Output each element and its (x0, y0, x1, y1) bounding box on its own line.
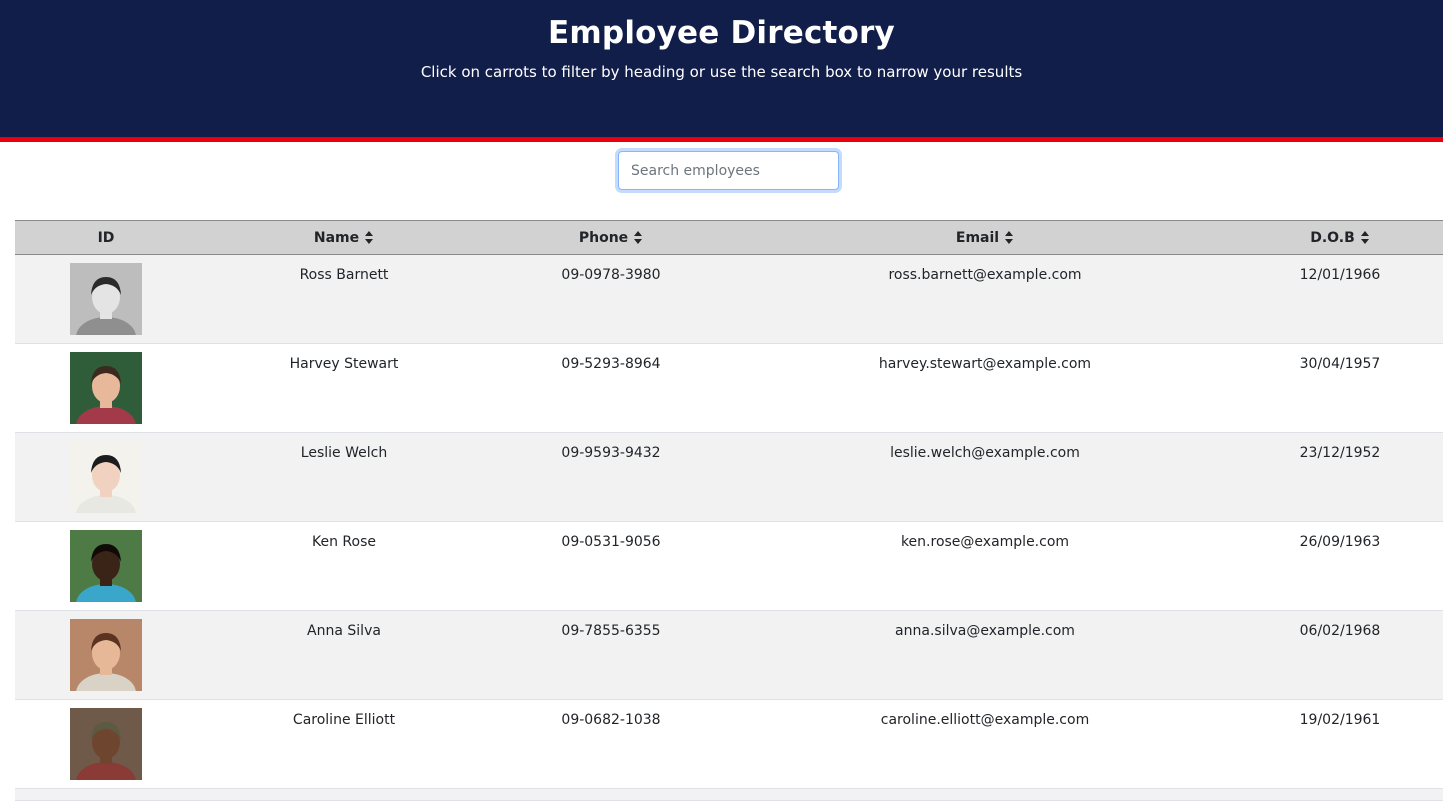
table-row: Ken Rose 09-0531-9056 ken.rose@example.com… (15, 522, 1443, 611)
table-row: Harvey Stewart 09-5293-8964 harvey.stewart… (15, 344, 1443, 433)
sort-icon[interactable] (1005, 230, 1014, 244)
employee-email: leslie.welch@example.com (890, 445, 1080, 461)
column-header-id: ID (15, 221, 197, 256)
employee-dob: 12/01/1966 (1299, 267, 1381, 283)
column-label: Phone (578, 230, 629, 246)
employee-name: Ken Rose (312, 534, 376, 550)
employee-table: ID Name Phone Email D.O.B Ross Barnett 09… (15, 220, 1443, 801)
employee-dob: 26/09/1963 (1299, 534, 1381, 550)
table-body: Ross Barnett 09-0978-3980 ross.barnett@exa… (15, 255, 1443, 801)
avatar (70, 530, 142, 602)
column-header-dob[interactable]: D.O.B (1240, 221, 1440, 256)
employee-phone: 09-9593-9432 (561, 445, 661, 461)
sort-icon[interactable] (1360, 230, 1370, 244)
employee-phone: 09-0682-1038 (561, 712, 661, 728)
employee-email: caroline.elliott@example.com (880, 712, 1090, 728)
column-label: D.O.B (1310, 230, 1355, 246)
avatar-image (70, 708, 142, 780)
sort-icon[interactable] (634, 230, 643, 244)
employee-phone: 09-7855-6355 (561, 623, 661, 639)
search-container (618, 151, 839, 190)
employee-phone: 09-5293-8964 (561, 356, 661, 372)
employee-name: Caroline Elliott (292, 712, 396, 728)
column-label: Name (313, 230, 360, 246)
page-subtitle: Click on carrots to filter by heading or… (420, 63, 1023, 81)
table-header: ID Name Phone Email D.O.B (15, 220, 1443, 255)
employee-name: Leslie Welch (300, 445, 388, 461)
table-row (15, 789, 1443, 801)
table-row: Ross Barnett 09-0978-3980 ross.barnett@exa… (15, 255, 1443, 344)
avatar-image (70, 352, 142, 424)
employee-name: Ross Barnett (299, 267, 389, 283)
column-label: ID (97, 230, 115, 246)
employee-dob: 06/02/1968 (1299, 623, 1381, 639)
search-input[interactable] (618, 151, 839, 190)
column-header-phone[interactable]: Phone (511, 221, 711, 256)
employee-phone: 09-0978-3980 (561, 267, 661, 283)
avatar (70, 441, 142, 513)
employee-dob: 19/02/1961 (1299, 712, 1381, 728)
column-header-name[interactable]: Name (244, 221, 444, 256)
employee-email: ken.rose@example.com (900, 534, 1070, 550)
employee-phone: 09-0531-9056 (561, 534, 661, 550)
sort-icon[interactable] (365, 230, 374, 244)
avatar (70, 352, 142, 424)
avatar (70, 708, 142, 780)
avatar-image (70, 263, 142, 335)
employee-dob: 23/12/1952 (1299, 445, 1381, 461)
avatar (70, 619, 142, 691)
employee-name: Anna Silva (307, 623, 381, 639)
employee-name: Harvey Stewart (289, 356, 399, 372)
column-label: Email (955, 230, 1000, 246)
employee-dob: 30/04/1957 (1299, 356, 1381, 372)
table-row: Leslie Welch 09-9593-9432 leslie.welch@exa… (15, 433, 1443, 522)
table-row: Anna Silva 09-7855-6355 anna.silva@example… (15, 611, 1443, 700)
avatar-image (70, 619, 142, 691)
avatar (70, 263, 142, 335)
page-header: Employee Directory Click on carrots to f… (0, 0, 1443, 142)
page-title: Employee Directory (548, 15, 895, 51)
employee-email: harvey.stewart@example.com (878, 356, 1092, 372)
employee-email: anna.silva@example.com (895, 623, 1075, 639)
column-header-email[interactable]: Email (835, 221, 1135, 256)
avatar-image (70, 441, 142, 513)
avatar-image (70, 530, 142, 602)
employee-email: ross.barnett@example.com (888, 267, 1082, 283)
table-row: Caroline Elliott 09-0682-1038 caroline.ell… (15, 700, 1443, 789)
